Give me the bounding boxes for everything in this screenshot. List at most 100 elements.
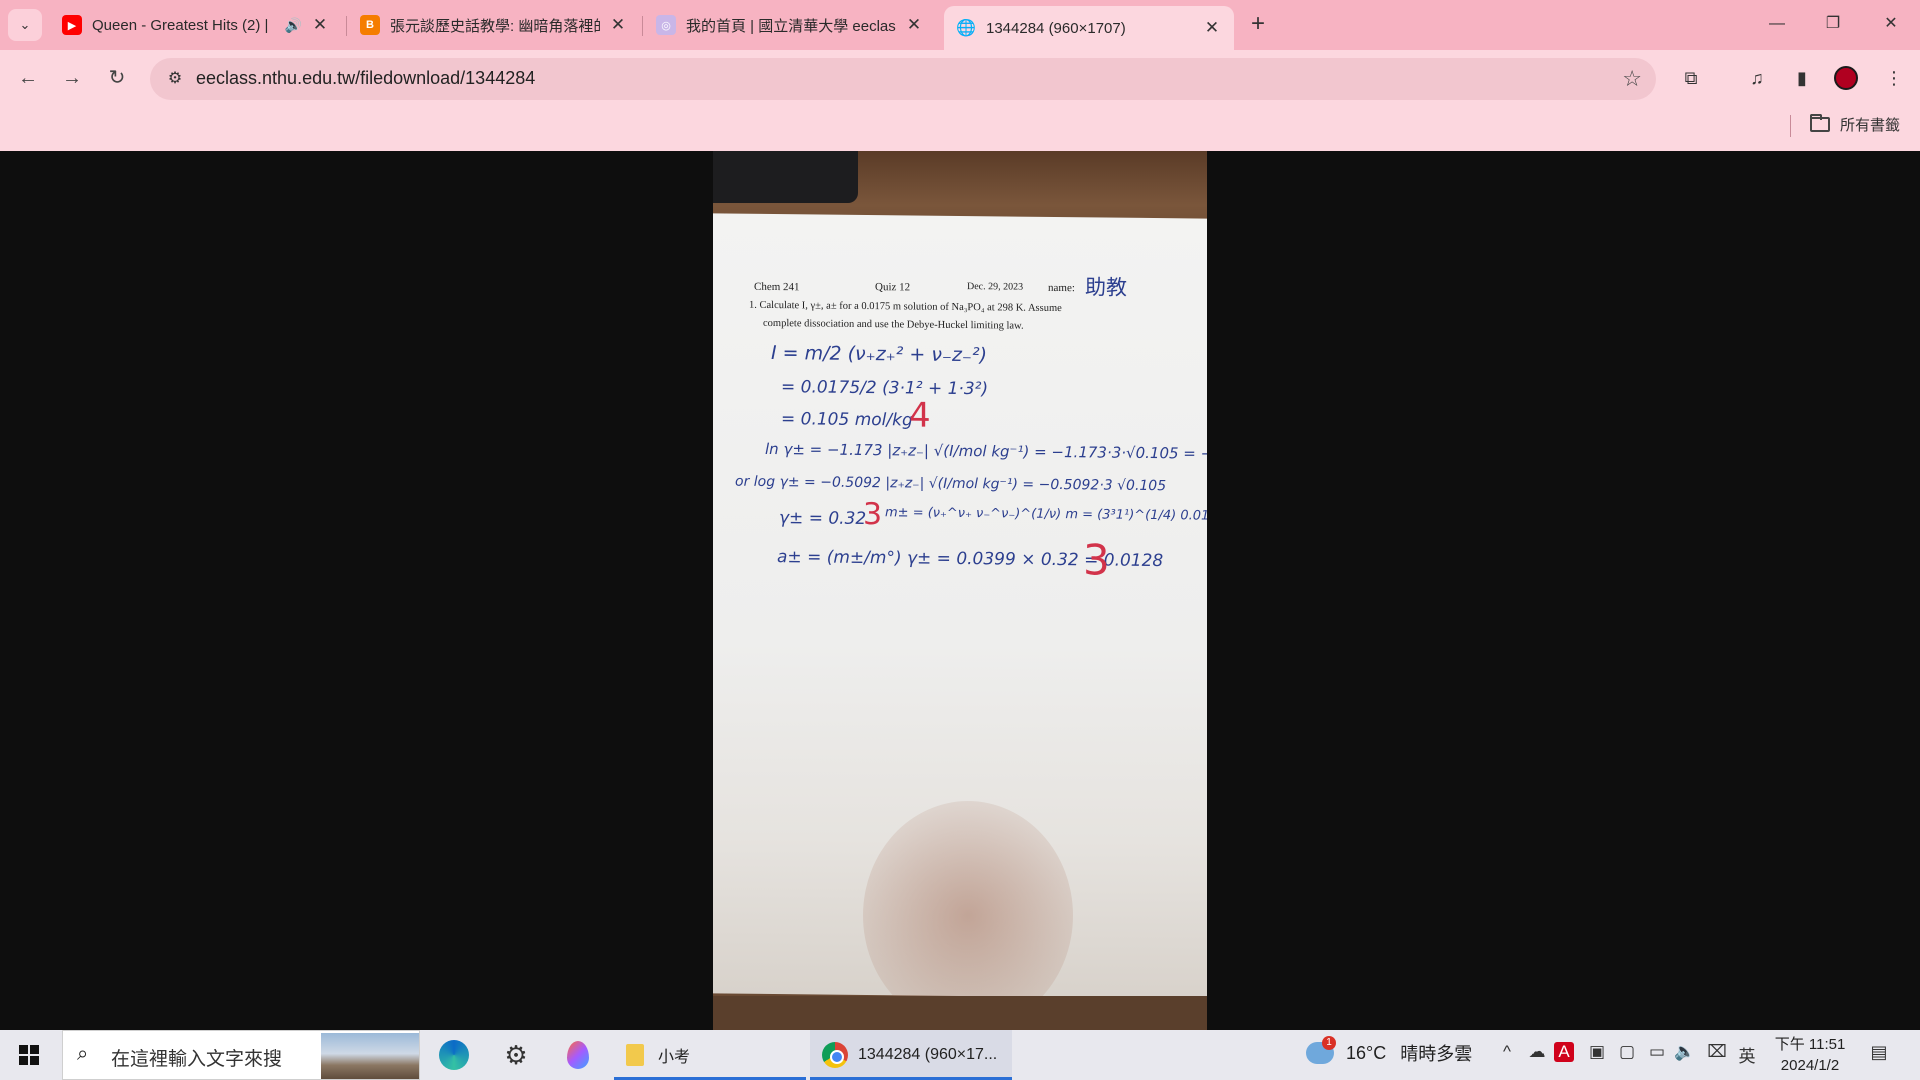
tab-title: 1344284 (960×1707) [986,19,1126,37]
restore-icon[interactable]: ❐ [1810,6,1856,42]
weather-temp: 16°C [1346,1042,1387,1063]
kebab-menu-icon[interactable]: ⋮ [1880,64,1908,92]
search-placeholder: 在這裡輸入文字來搜 [111,1049,283,1070]
folder-taskbar-button[interactable]: 小考 [614,1030,806,1080]
url-text[interactable]: eeclass.nthu.edu.tw/filedownload/1344284 [196,68,535,89]
taskbar-search-box[interactable]: ⌕ 在這裡輸入文字來搜 [62,1030,420,1080]
course-label: Chem 241 [754,280,800,294]
tab-youtube[interactable]: ▶ Queen - Greatest Hits (2) | 🔊 ✕ [50,6,342,44]
folder-app-label: 小考 [658,1049,691,1066]
tablet-device [713,151,858,203]
acrobat-icon[interactable]: A [1554,1042,1574,1062]
tab-image-active[interactable]: 🌐 1344284 (960×1707) ✕ [944,6,1234,50]
bookmark-separator [1790,115,1791,137]
question-line-1: 1. Calculate I, γ±, a± for a 0.0175 m so… [749,299,1062,315]
tab-title: 我的首頁 | 國立清華大學 eeclas [686,17,896,35]
question-line-2: complete dissociation and use the Debye-… [763,317,1024,332]
tab-title: Queen - Greatest Hits (2) | [92,16,269,34]
paint-app-taskbar-button[interactable] [550,1030,606,1080]
notification-center-icon[interactable]: ▤ [1866,1042,1892,1066]
image-viewer: Chem 241 Quiz 12 Dec. 29, 2023 name: 助教 … [0,151,1920,1030]
work-line-log-gamma: or log γ± = −0.5092 |z₊z₋| √(I/mol kg⁻¹)… [735,473,1167,495]
search-icon: ⌕ [77,1043,89,1065]
display-icon[interactable]: ▢ [1614,1042,1640,1062]
grade-mark: 4 [909,395,931,436]
forward-arrow-icon[interactable]: → [56,62,88,94]
tab-separator [346,16,347,36]
battery-icon[interactable]: ▭ [1644,1042,1670,1062]
all-bookmarks-label: 所有書籤 [1840,117,1901,134]
work-line-gamma-result: γ± = 0.32 [779,508,867,530]
bookmark-star-icon[interactable]: ☆ [1622,66,1642,92]
grade-mark: 3 [1083,535,1110,585]
work-line-ln-gamma: ln γ± = −1.173 |z₊z₋| √(I/mol kg⁻¹) = −1… [765,439,1207,464]
browser-chrome: ⌄ ▶ Queen - Greatest Hits (2) | 🔊 ✕ B 張元… [0,0,1920,151]
windows-logo-icon [19,1045,39,1065]
quiz-photo[interactable]: Chem 241 Quiz 12 Dec. 29, 2023 name: 助教 … [713,151,1207,1030]
name-value: 助教 [1085,275,1127,300]
work-line-mean-molality: m± = (ν₊^ν₊ ν₋^ν₋)^(1/ν) m = (3³1¹)^(1/4… [885,505,1207,525]
work-line-ionic-strength: I = m/2 (ν₊z₊² + ν₋z₋²) [771,342,987,367]
tab-separator [642,16,643,36]
onedrive-cloud-icon[interactable]: ☁ [1524,1042,1550,1062]
close-tab-icon[interactable]: ✕ [904,15,924,35]
weather-desc: 晴時多雲 [1400,1044,1473,1064]
settings-taskbar-button[interactable]: ⚙ [488,1030,544,1080]
network-icon[interactable]: ⌧ [1704,1042,1730,1062]
youtube-icon: ▶ [62,15,82,35]
work-line-substitution: = 0.0175/2 (3·1² + 1·3²) [781,377,989,400]
chrome-icon [822,1042,848,1068]
edge-icon [439,1040,469,1070]
extensions-puzzle-icon[interactable]: ⧉ [1677,64,1705,92]
windows-taskbar: ⌕ 在這裡輸入文字來搜 ⚙ 小考 1344284 (960×17... 1 16… [0,1030,1920,1080]
show-hidden-icons-chevron-icon[interactable]: ^ [1494,1042,1520,1062]
close-tab-icon[interactable]: ✕ [310,15,330,35]
tab-blogger[interactable]: B 張元談歷史話教學: 幽暗角落裡的 ✕ [348,6,640,44]
edge-taskbar-button[interactable] [426,1030,482,1080]
partly-cloudy-icon: 1 [1306,1036,1336,1064]
close-tab-icon[interactable]: ✕ [608,15,628,35]
work-line-result: = 0.105 mol/kg [781,409,913,431]
folder-icon [1810,114,1830,132]
site-settings-icon[interactable]: ⚙ [164,68,186,90]
tab-eeclass[interactable]: ◎ 我的首頁 | 國立清華大學 eeclas ✕ [644,6,936,44]
new-tab-plus-icon[interactable]: + [1243,10,1273,40]
weather-widget[interactable]: 1 16°C 晴時多雲 [1306,1036,1473,1066]
close-tab-icon[interactable]: ✕ [1202,18,1222,38]
reload-icon[interactable]: ↻ [101,62,133,94]
speaker-icon[interactable]: 🔊 [285,17,302,34]
close-window-icon[interactable]: ✕ [1868,6,1914,42]
ime-indicator[interactable]: 英 [1734,1042,1760,1067]
chrome-app-label: 1344284 (960×17... [858,1046,998,1063]
weather-badge: 1 [1322,1036,1336,1050]
chrome-taskbar-button[interactable]: 1344284 (960×17... [810,1030,1012,1080]
side-panel-icon[interactable]: ▮ [1788,64,1816,92]
folder-icon [626,1044,644,1066]
grade-mark: 3 [863,496,883,533]
media-control-icon[interactable]: ♫ [1743,64,1771,92]
camera-icon[interactable]: ▣ [1584,1042,1610,1062]
globe-icon: 🌐 [956,20,976,37]
back-arrow-icon[interactable]: ← [12,62,44,94]
all-bookmarks-button[interactable]: 所有書籤 [1810,114,1900,135]
tab-search-chevron-icon[interactable]: ⌄ [8,9,42,41]
system-clock[interactable]: 下午 11:51 2024/1/2 [1770,1034,1850,1076]
address-bar[interactable]: ⚙ eeclass.nthu.edu.tw/filedownload/13442… [150,58,1656,100]
name-label: name: [1048,281,1075,295]
quiz-label: Quiz 12 [875,281,911,294]
start-button[interactable] [0,1030,58,1080]
gear-icon: ⚙ [504,1039,528,1070]
minimize-icon[interactable]: — [1754,6,1800,42]
volume-icon[interactable]: 🔈 [1672,1042,1698,1062]
quiz-date: Dec. 29, 2023 [967,281,1024,293]
profile-avatar[interactable] [1834,66,1858,90]
tab-title: 張元談歷史話教學: 幽暗角落裡的 [390,17,600,35]
tab-strip: ⌄ ▶ Queen - Greatest Hits (2) | 🔊 ✕ B 張元… [0,0,1920,50]
color-drop-icon [567,1041,589,1069]
eeclass-icon: ◎ [656,15,676,35]
clock-time: 下午 11:51 [1774,1036,1846,1053]
clock-date: 2024/1/2 [1780,1057,1840,1074]
desk-edge [713,996,1207,1030]
blogger-icon: B [360,15,380,35]
search-highlight-image [321,1033,419,1079]
